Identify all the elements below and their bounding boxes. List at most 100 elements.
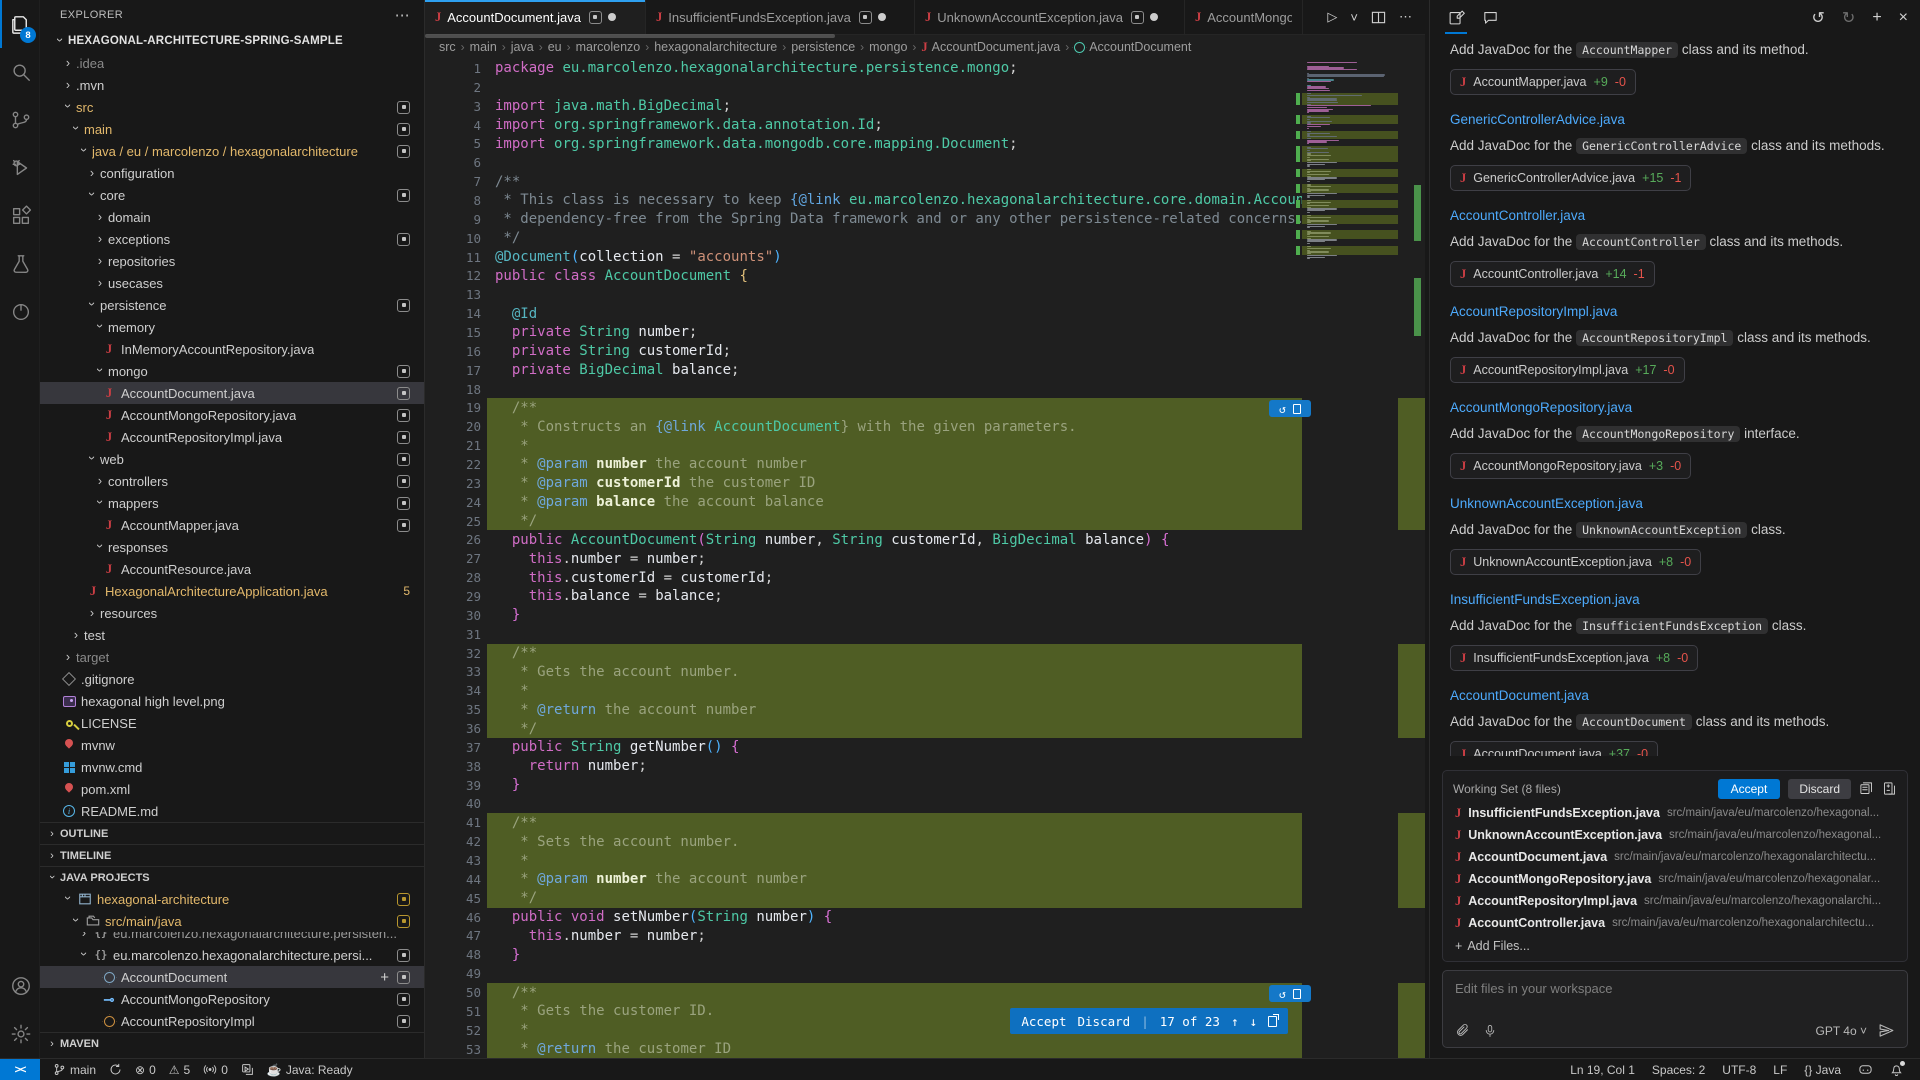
open-file-icon[interactable] bbox=[1293, 989, 1301, 999]
open-all-edits-icon[interactable] bbox=[1882, 781, 1897, 796]
model-picker[interactable]: GPT 4o ˅ bbox=[1816, 1024, 1867, 1038]
section-header-timeline[interactable]: TIMELINE bbox=[40, 844, 424, 866]
response-file-link[interactable]: UnknownAccountException.java bbox=[1450, 496, 1900, 511]
split-editor-icon[interactable] bbox=[1371, 10, 1386, 25]
tree-item-mvnw[interactable]: mvnw bbox=[40, 734, 424, 756]
changed-file-chip[interactable]: JAccountDocument.java+37-0 bbox=[1450, 741, 1658, 756]
tree-item-hexagonal-architecture[interactable]: hexagonal-architecture bbox=[40, 888, 424, 910]
section-header-java-projects[interactable]: JAVA PROJECTS bbox=[40, 866, 424, 888]
tree-item-core[interactable]: core bbox=[40, 184, 424, 206]
accept-button[interactable]: Accept bbox=[1021, 1014, 1066, 1029]
changed-file-chip[interactable]: JAccountRepositoryImpl.java+17-0 bbox=[1450, 357, 1685, 383]
mic-icon[interactable] bbox=[1483, 1023, 1497, 1039]
panel-tab-edits[interactable] bbox=[1442, 4, 1470, 32]
overview-ruler[interactable] bbox=[1411, 59, 1425, 1058]
changed-file-chip[interactable]: JInsufficientFundsException.java+8-0 bbox=[1450, 645, 1698, 671]
tree-item-readme-md[interactable]: iREADME.md bbox=[40, 800, 424, 822]
activity-search-icon[interactable] bbox=[0, 48, 39, 96]
breadcrumb-item[interactable]: main bbox=[470, 40, 497, 54]
tree-item-src[interactable]: src bbox=[40, 96, 424, 118]
tree-item-eu-marcolenzo-hexagonalarchitecture-pers[interactable]: {}eu.marcolenzo.hexagonalarchitecture.pe… bbox=[40, 932, 424, 944]
activity-source-control-icon[interactable] bbox=[0, 96, 39, 144]
tree-item-target[interactable]: target bbox=[40, 646, 424, 668]
activity-extensions-icon[interactable] bbox=[0, 192, 39, 240]
status-copilot-icon[interactable] bbox=[1858, 1063, 1873, 1076]
tree-item-accountdocument-java[interactable]: JAccountDocument.java bbox=[40, 382, 424, 404]
more-actions-icon[interactable]: ⋯ bbox=[1399, 9, 1412, 25]
working-set-discard-button[interactable]: Discard bbox=[1788, 779, 1851, 799]
tree-item-configuration[interactable]: configuration bbox=[40, 162, 424, 184]
breadcrumb-item[interactable]: eu bbox=[548, 40, 562, 54]
dirty-indicator[interactable] bbox=[608, 13, 616, 21]
tree-item-resources[interactable]: resources bbox=[40, 602, 424, 624]
undo-block-icon[interactable]: ↺ bbox=[1279, 402, 1286, 416]
save-all-icon[interactable] bbox=[1859, 781, 1874, 796]
code-editor[interactable]: 1package eu.marcolenzo.hexagonalarchitec… bbox=[425, 59, 1425, 1058]
status-warnings[interactable]: ⚠5 bbox=[169, 1063, 190, 1077]
undo-edits-icon[interactable]: ↺ bbox=[1812, 8, 1825, 28]
undo-block-icon[interactable]: ↺ bbox=[1279, 987, 1286, 1001]
minimap[interactable] bbox=[1302, 59, 1398, 1058]
inline-diff-actions[interactable]: ↺ bbox=[1269, 400, 1311, 417]
breadcrumb-item[interactable]: hexagonalarchitecture bbox=[654, 40, 777, 54]
changed-file-chip[interactable]: JUnknownAccountException.java+8-0 bbox=[1450, 549, 1701, 575]
attach-icon[interactable] bbox=[1455, 1023, 1470, 1039]
new-session-icon[interactable]: + bbox=[1872, 9, 1881, 27]
changed-file-chip[interactable]: JAccountMapper.java+9-0 bbox=[1450, 69, 1636, 95]
add-files-button[interactable]: + Add Files... bbox=[1451, 934, 1899, 957]
tree-item-src-main-java[interactable]: src/main/java bbox=[40, 910, 424, 932]
open-file-icon[interactable] bbox=[1293, 404, 1301, 414]
status-notifications-icon[interactable] bbox=[1890, 1063, 1903, 1076]
status-debug[interactable] bbox=[241, 1063, 254, 1076]
tree-item-controllers[interactable]: controllers bbox=[40, 470, 424, 492]
response-file-link[interactable]: InsufficientFundsException.java bbox=[1450, 592, 1900, 607]
tree-item-memory[interactable]: memory bbox=[40, 316, 424, 338]
working-set-accept-button[interactable]: Accept bbox=[1718, 779, 1781, 799]
status-sync[interactable] bbox=[109, 1063, 122, 1076]
status-spaces-2[interactable]: Spaces: 2 bbox=[1652, 1063, 1705, 1077]
activity-explorer-icon[interactable]: 8 bbox=[0, 0, 39, 48]
tree-item-license[interactable]: LICENSE bbox=[40, 712, 424, 734]
tree-item-persistence[interactable]: persistence bbox=[40, 294, 424, 316]
tree-item-test[interactable]: test bbox=[40, 624, 424, 646]
tree-item--gitignore[interactable]: .gitignore bbox=[40, 668, 424, 690]
discard-button[interactable]: Discard bbox=[1078, 1014, 1131, 1029]
chat-input-box[interactable]: Edit files in your workspace GPT 4o ˅ bbox=[1442, 970, 1908, 1048]
tree-item-accountmongorepository-java[interactable]: JAccountMongoRepository.java bbox=[40, 404, 424, 426]
tree-item-mvnw-cmd[interactable]: mvnw.cmd bbox=[40, 756, 424, 778]
activity-account-icon[interactable] bbox=[0, 962, 39, 1010]
working-set-file[interactable]: JUnknownAccountException.javasrc/main/ja… bbox=[1451, 824, 1899, 846]
tree-item-accountdocument[interactable]: AccountDocument+ bbox=[40, 966, 424, 988]
status-lf[interactable]: LF bbox=[1773, 1063, 1787, 1077]
breadcrumb[interactable]: src›main›java›eu›marcolenzo›hexagonalarc… bbox=[425, 35, 1425, 59]
status--java[interactable]: {} Java bbox=[1804, 1063, 1841, 1077]
more-actions-icon[interactable]: ⋯ bbox=[395, 6, 410, 24]
status-errors[interactable]: ⊗0 bbox=[135, 1063, 156, 1077]
add-symbol-icon[interactable]: + bbox=[380, 970, 389, 985]
changed-file-chip[interactable]: JAccountMongoRepository.java+3-0 bbox=[1450, 453, 1691, 479]
breadcrumb-item[interactable]: persistence bbox=[791, 40, 855, 54]
tree-item-hexagonal-architecture-spring-sample[interactable]: HEXAGONAL-ARCHITECTURE-SPRING-SAMPLE bbox=[40, 30, 424, 52]
working-set-file[interactable]: JAccountDocument.javasrc/main/java/eu/ma… bbox=[1451, 846, 1899, 868]
breadcrumb-item[interactable]: JAccountDocument.java bbox=[921, 40, 1060, 55]
status-ln-19-col-1[interactable]: Ln 19, Col 1 bbox=[1570, 1063, 1635, 1077]
tree-item-responses[interactable]: responses bbox=[40, 536, 424, 558]
tab-accountmongore[interactable]: JAccountMongoRe bbox=[1185, 0, 1303, 34]
activity-testing-icon[interactable] bbox=[0, 240, 39, 288]
tree-item-accountmapper-java[interactable]: JAccountMapper.java bbox=[40, 514, 424, 536]
tab-insufficientfundsexception-java[interactable]: JInsufficientFundsException.java bbox=[646, 0, 915, 34]
tree-item-usecases[interactable]: usecases bbox=[40, 272, 424, 294]
working-set-file[interactable]: JInsufficientFundsException.javasrc/main… bbox=[1451, 802, 1899, 824]
response-file-link[interactable]: GenericControllerAdvice.java bbox=[1450, 112, 1900, 127]
previous-diff-icon[interactable]: ↑ bbox=[1231, 1014, 1239, 1029]
section-header-outline[interactable]: OUTLINE bbox=[40, 822, 424, 844]
tree-item-pom-xml[interactable]: pom.xml bbox=[40, 778, 424, 800]
tree-item-eu-marcolenzo-hexagonalarchitecture-pers[interactable]: {}eu.marcolenzo.hexagonalarchitecture.pe… bbox=[40, 944, 424, 966]
tab-scrollbar[interactable] bbox=[425, 34, 835, 38]
tree-item-mappers[interactable]: mappers bbox=[40, 492, 424, 514]
activity-settings-icon[interactable] bbox=[0, 1010, 39, 1058]
tree-item-hexagonal-high-level-png[interactable]: hexagonal high level.png bbox=[40, 690, 424, 712]
tab-accountdocument-java[interactable]: JAccountDocument.java bbox=[425, 0, 646, 34]
tree-item-inmemoryaccountrepository-java[interactable]: JInMemoryAccountRepository.java bbox=[40, 338, 424, 360]
response-file-link[interactable]: AccountController.java bbox=[1450, 208, 1900, 223]
